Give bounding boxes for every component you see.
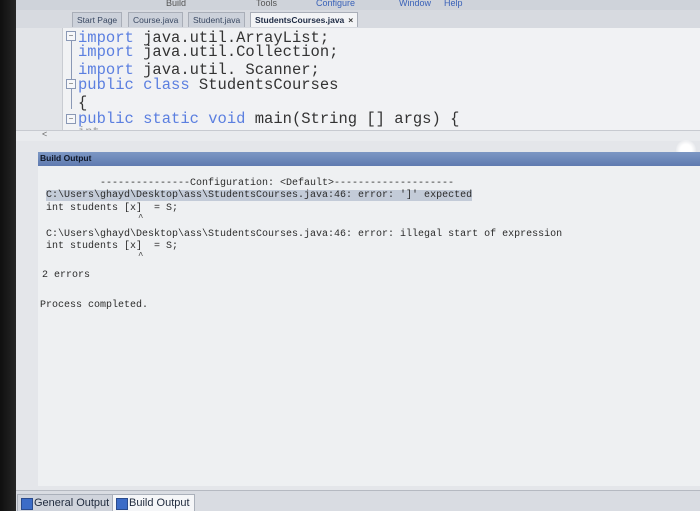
tab-label: Student.java [193, 15, 241, 25]
output-line-error[interactable]: C:\Users\ghayd\Desktop\ass\StudentsCours… [46, 229, 562, 240]
output-line-error[interactable]: C:\Users\ghayd\Desktop\ass\StudentsCours… [46, 190, 473, 201]
tab-start-page[interactable]: Start Page [72, 12, 123, 27]
tab-label: Course.java [133, 15, 179, 25]
close-icon[interactable]: × [348, 15, 353, 25]
code-line: import java.util.Collection; [78, 43, 338, 61]
error-caret: ^ [138, 213, 144, 223]
fold-guide [71, 41, 72, 81]
monitor-bezel [0, 0, 16, 511]
menu-build[interactable]: Build [166, 0, 186, 8]
output-line: int students [x] = S; [46, 241, 179, 252]
code-text: main(String [] args) { [245, 110, 460, 128]
output-status: Process completed. [40, 300, 149, 311]
console-icon [21, 498, 33, 510]
output-line: ---------------Configuration: <Default>-… [100, 178, 455, 189]
tab-label: Build Output [129, 497, 190, 509]
fold-toggle-icon[interactable]: − [66, 31, 76, 41]
tab-build-output[interactable]: Build Output [112, 494, 195, 511]
build-output-console[interactable]: ---------------Configuration: <Default>-… [38, 166, 700, 486]
menu-configure[interactable]: Configure [316, 0, 355, 8]
tab-studentscourses-java[interactable]: StudentsCourses.java × [250, 12, 359, 27]
build-output-title: Build Output [40, 153, 92, 163]
tab-course-java[interactable]: Course.java [128, 12, 184, 27]
tab-label: StudentsCourses.java [255, 15, 345, 25]
menu-bar: Build Tools Configure Window Help [16, 0, 700, 10]
fold-guide [71, 89, 72, 109]
code-text: StudentsCourses [189, 76, 339, 94]
scroll-left-icon[interactable]: < [42, 129, 47, 139]
output-line: int students [x] = S; [46, 203, 179, 214]
code-editor[interactable]: − − − import java.util.ArrayList; import… [16, 28, 700, 141]
code-line: public class StudentsCourses [78, 76, 338, 94]
output-error-count: 2 errors [42, 270, 91, 281]
menu-tools[interactable]: Tools [256, 0, 277, 8]
editor-gutter [16, 28, 63, 141]
fold-toggle-icon[interactable]: − [66, 79, 76, 89]
ide-window: Build Tools Configure Window Help Start … [16, 0, 700, 511]
menu-window[interactable]: Window [399, 0, 431, 8]
tab-general-output[interactable]: General Output [17, 494, 115, 511]
menu-help[interactable]: Help [444, 0, 463, 8]
fold-toggle-icon[interactable]: − [66, 114, 76, 124]
tab-student-java[interactable]: Student.java [188, 12, 246, 27]
error-caret: ^ [138, 251, 144, 261]
code-keyword: import [78, 43, 134, 61]
editor-tab-bar: Start Page Course.java Student.java Stud… [16, 10, 700, 29]
tab-label: General Output [34, 497, 110, 509]
output-tab-bar: General Output Build Output [16, 490, 700, 511]
code-text: java.util.Collection; [133, 43, 339, 61]
code-keyword: public class [78, 76, 190, 94]
horizontal-scrollbar[interactable]: < [16, 129, 700, 141]
build-icon [116, 498, 128, 510]
build-output-header: Build Output [38, 152, 700, 166]
tab-label: Start Page [77, 15, 118, 25]
